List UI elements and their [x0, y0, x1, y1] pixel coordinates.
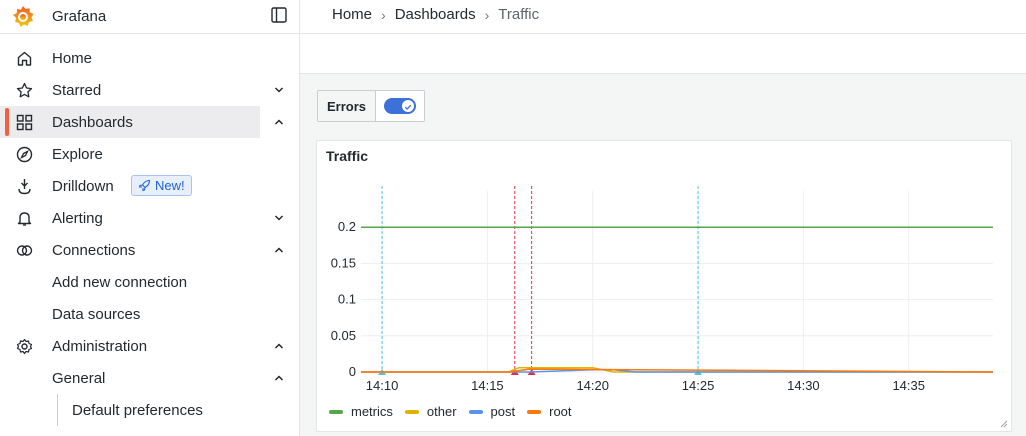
chevron-up-icon[interactable]	[274, 246, 284, 254]
sidebar-item-label: General	[52, 370, 106, 387]
dashboard-controls-bar	[300, 34, 1026, 74]
brand: Grafana	[0, 0, 299, 34]
grafana-logo-icon[interactable]	[10, 4, 36, 30]
chevron-right-icon: ›	[381, 6, 386, 23]
top-bar: Home › Dashboards › Traffic	[300, 0, 1026, 34]
cog-icon	[16, 338, 33, 355]
legend-swatch	[468, 409, 483, 414]
x-tick-label: 14:30	[787, 378, 820, 393]
traffic-chart[interactable]: 0 0.05 0.1 0.15 0.2 14:10 14:15 14:20 14:25 14:30…	[317, 141, 1013, 401]
legend-swatch	[329, 409, 343, 414]
legend-item-root[interactable]: root	[527, 404, 572, 419]
toggle-knob	[402, 100, 415, 112]
sidebar-item-drilldown[interactable]: Drilldown New!	[0, 170, 300, 202]
sidebar-item-connections[interactable]: Connections	[0, 234, 300, 266]
breadcrumb-home[interactable]: Home	[332, 6, 372, 23]
chevron-up-icon[interactable]	[274, 374, 284, 382]
y-tick-label: 0.2	[338, 219, 356, 234]
apps-icon	[16, 114, 33, 131]
connections-icon	[16, 245, 33, 256]
compass-icon	[16, 146, 33, 163]
sidebar-item-data-sources[interactable]: Data sources	[0, 298, 300, 330]
chevron-up-icon[interactable]	[274, 342, 284, 350]
breadcrumb-traffic: Traffic	[498, 6, 540, 23]
legend-item-post[interactable]: post	[468, 404, 516, 419]
sidebar-item-administration[interactable]: Administration	[0, 330, 300, 362]
chart-legend: metrics other post root	[329, 404, 584, 419]
sidebar-item-label: Home	[52, 50, 93, 67]
dock-menu-icon[interactable]	[271, 7, 287, 23]
x-tick-label: 14:35	[892, 378, 925, 393]
sidebar-item-label: Data sources	[52, 306, 141, 323]
sidebar: Grafana Home Starred Dashboards Explore …	[0, 0, 300, 436]
sidebar-item-label: Alerting	[52, 210, 103, 227]
sidebar-item-label: Default preferences	[72, 402, 203, 419]
breadcrumb: Home › Dashboards › Traffic	[332, 6, 539, 23]
chevron-down-icon[interactable]	[274, 86, 284, 94]
app-title: Grafana	[52, 8, 107, 25]
legend-swatch	[527, 409, 542, 414]
bell-icon	[17, 212, 32, 226]
sidebar-item-explore[interactable]: Explore	[0, 138, 300, 170]
toggle-switch[interactable]	[384, 98, 417, 114]
legend-item-metrics[interactable]: metrics	[329, 404, 393, 419]
sidebar-item-label: Connections	[52, 242, 136, 259]
sidebar-item-label: Dashboards	[52, 114, 133, 131]
errors-variable: Errors	[317, 90, 426, 122]
y-tick-label: 0.05	[331, 328, 356, 343]
x-tick-label: 14:15	[471, 378, 504, 393]
home-icon	[17, 51, 32, 66]
sidebar-item-label: Administration	[52, 338, 148, 355]
check-icon	[404, 104, 412, 110]
legend-label: other	[426, 404, 457, 419]
new-badge: New!	[131, 175, 192, 196]
chevron-right-icon: ›	[484, 6, 490, 23]
rocket-icon	[138, 179, 151, 192]
sidebar-item-alerting[interactable]: Alerting	[0, 202, 300, 234]
x-tick-label: 14:20	[576, 378, 609, 393]
sidebar-item-label: Explore	[52, 146, 103, 163]
drilldown-icon	[18, 179, 31, 195]
legend-label: post	[490, 404, 516, 419]
sidebar-item-dashboards[interactable]: Dashboards	[0, 106, 284, 138]
sidebar-item-general[interactable]: General	[0, 362, 300, 394]
badge-label: New!	[155, 178, 185, 193]
y-tick-label: 0	[349, 364, 356, 379]
chevron-up-icon[interactable]	[274, 118, 284, 126]
errors-toggle[interactable]	[376, 91, 424, 121]
sidebar-item-label: Add new connection	[52, 274, 188, 291]
legend-swatch	[404, 409, 419, 414]
legend-label: root	[549, 404, 572, 419]
nav-menu: Home Starred Dashboards Explore Drilldow…	[0, 42, 300, 426]
legend-label: metrics	[351, 404, 393, 419]
y-tick-label: 0.1	[338, 292, 356, 307]
sidebar-item-label: Starred	[52, 82, 102, 99]
sidebar-item-add-new-connection[interactable]: Add new connection	[0, 266, 300, 298]
chevron-down-icon[interactable]	[274, 214, 284, 222]
resize-handle-icon[interactable]	[1000, 420, 1008, 428]
breadcrumb-dashboards[interactable]: Dashboards	[395, 6, 476, 23]
errors-label: Errors	[318, 91, 377, 121]
sidebar-item-label: Drilldown	[52, 178, 114, 195]
x-tick-label: 14:25	[682, 378, 715, 393]
sidebar-item-default-preferences[interactable]: Default preferences	[0, 394, 300, 426]
traffic-panel: Traffic 0 0.05 0.1 0.15 0.2 14:10 14:15 14:20 14…	[316, 140, 1012, 432]
y-tick-label: 0.15	[331, 255, 356, 270]
legend-item-other[interactable]: other	[404, 404, 457, 419]
star-icon	[16, 82, 33, 98]
active-indicator	[5, 108, 9, 136]
sidebar-item-starred[interactable]: Starred	[0, 74, 300, 106]
sidebar-item-home[interactable]: Home	[0, 42, 300, 74]
tree-line	[57, 394, 58, 426]
x-tick-label: 14:10	[366, 378, 399, 393]
